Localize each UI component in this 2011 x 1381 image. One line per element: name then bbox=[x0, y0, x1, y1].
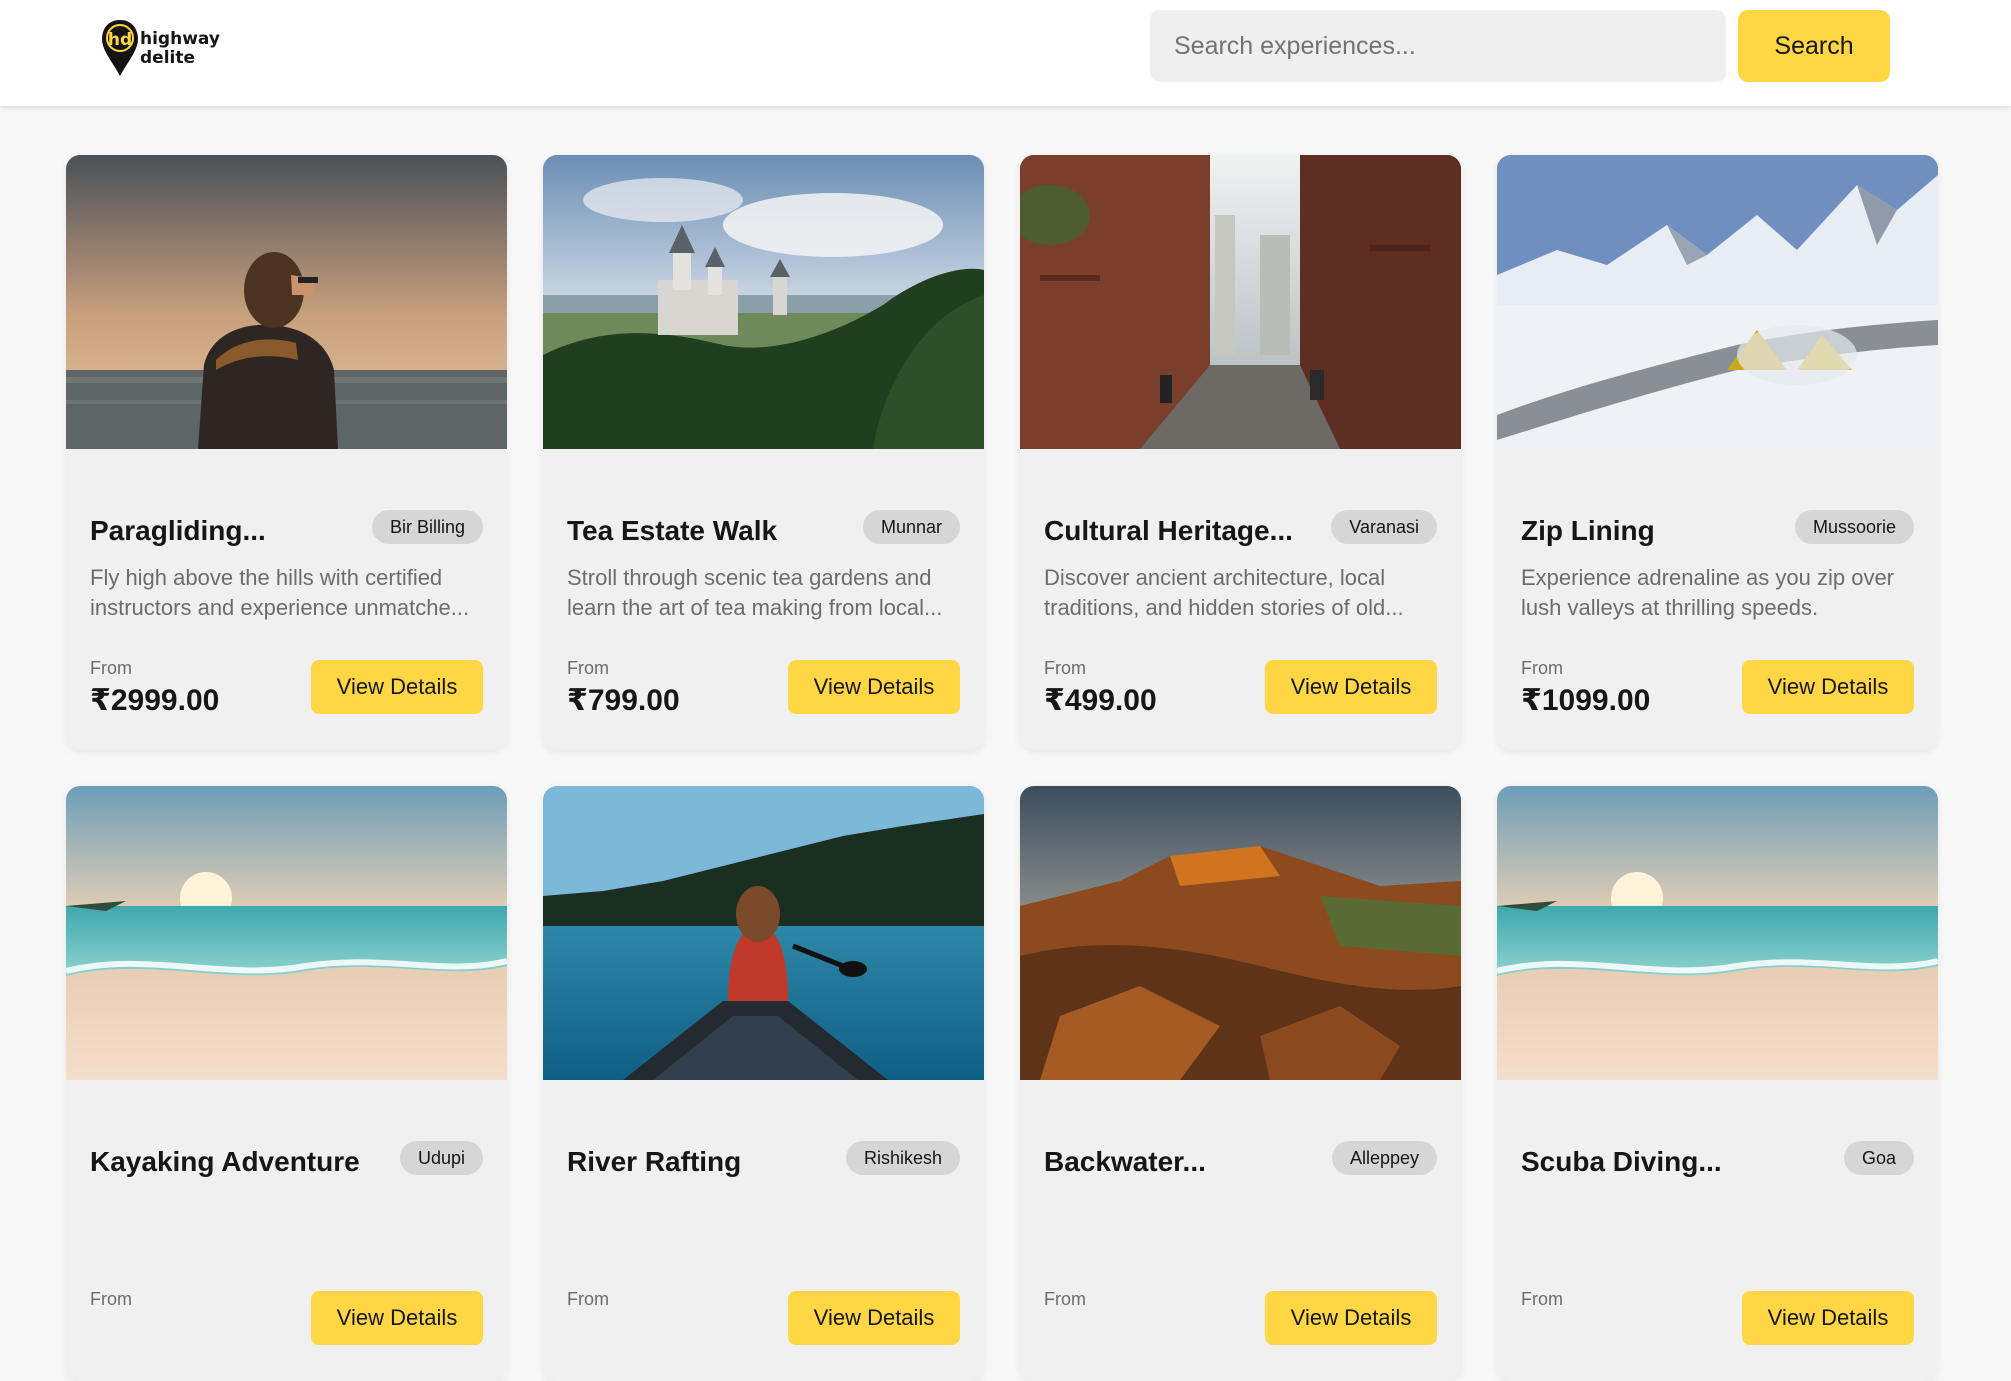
logo-text-line2: delite bbox=[140, 48, 196, 68]
experience-card[interactable]: Paragliding... Bir Billing Fly high abov… bbox=[66, 155, 507, 750]
experience-image bbox=[1020, 155, 1461, 449]
experience-grid: Paragliding... Bir Billing Fly high abov… bbox=[66, 155, 1940, 1381]
location-badge: Mussoorie bbox=[1794, 510, 1914, 544]
experience-description: Discover ancient architecture, local tra… bbox=[1044, 565, 1404, 620]
experience-title: Paragliding... bbox=[90, 515, 266, 546]
experience-price: ₹799.00 bbox=[567, 684, 680, 717]
price-from-label: From bbox=[1044, 658, 1086, 678]
logo-text-line1: highway bbox=[140, 29, 220, 49]
view-details-button[interactable]: View Details bbox=[1265, 1291, 1437, 1345]
experience-description: Experience adrenaline as you zip over lu… bbox=[1521, 565, 1895, 620]
experience-image bbox=[66, 155, 507, 449]
experience-image bbox=[1497, 155, 1938, 449]
search-button[interactable]: Search bbox=[1738, 10, 1890, 82]
experience-price: ₹499.00 bbox=[1044, 684, 1157, 717]
experience-image bbox=[543, 155, 984, 449]
experience-image bbox=[1020, 786, 1461, 1080]
location-badge: Rishikesh bbox=[845, 1141, 960, 1175]
view-details-button[interactable]: View Details bbox=[1742, 660, 1914, 714]
experience-card[interactable]: Zip Lining Mussoorie Experience adrenali… bbox=[1497, 155, 1938, 750]
price-from-label: From bbox=[1521, 1289, 1563, 1309]
price-from-label: From bbox=[1521, 658, 1563, 678]
location-badge: Varanasi bbox=[1331, 510, 1437, 544]
view-details-button[interactable]: View Details bbox=[311, 660, 483, 714]
experience-card[interactable]: Cultural Heritage... Varanasi Discover a… bbox=[1020, 155, 1461, 750]
experience-title: Kayaking Adventure bbox=[90, 1146, 360, 1177]
experience-title: Scuba Diving... bbox=[1521, 1146, 1722, 1177]
experience-image bbox=[66, 786, 507, 1080]
view-details-button[interactable]: View Details bbox=[788, 1291, 960, 1345]
experience-price: ₹1099.00 bbox=[1521, 684, 1651, 717]
logo-wordmark: highway delite bbox=[140, 30, 220, 68]
price-from-label: From bbox=[567, 658, 609, 678]
experience-description: Stroll through scenic tea gardens and le… bbox=[567, 565, 943, 620]
experience-price: ₹2999.00 bbox=[90, 684, 220, 717]
experience-title: River Rafting bbox=[567, 1146, 742, 1177]
experience-title: Backwater... bbox=[1044, 1146, 1206, 1177]
experience-description: Fly high above the hills with certified … bbox=[90, 565, 470, 620]
price-from-label: From bbox=[90, 1289, 132, 1309]
experience-title: Tea Estate Walk bbox=[567, 515, 778, 546]
view-details-button[interactable]: View Details bbox=[788, 660, 960, 714]
experience-card[interactable]: Scuba Diving... Goa From View Details bbox=[1497, 786, 1938, 1381]
location-pin-logo-icon: hd bbox=[102, 20, 138, 76]
experience-image bbox=[1497, 786, 1938, 1080]
experience-card[interactable]: River Rafting Rishikesh From View Detail… bbox=[543, 786, 984, 1381]
price-from-label: From bbox=[90, 658, 132, 678]
experience-title: Zip Lining bbox=[1521, 515, 1655, 546]
location-badge: Udupi bbox=[399, 1141, 483, 1175]
logo-mark-text: hd bbox=[108, 30, 132, 50]
price-from-label: From bbox=[1044, 1289, 1086, 1309]
view-details-button[interactable]: View Details bbox=[1742, 1291, 1914, 1345]
price-from-label: From bbox=[567, 1289, 609, 1309]
view-details-button[interactable]: View Details bbox=[1265, 660, 1437, 714]
location-badge: Bir Billing bbox=[371, 510, 483, 544]
brand-logo[interactable]: hd highway delite bbox=[100, 18, 240, 80]
location-badge: Goa bbox=[1843, 1141, 1914, 1175]
view-details-button[interactable]: View Details bbox=[311, 1291, 483, 1345]
top-header: hd highway delite Search bbox=[0, 0, 2011, 106]
location-badge: Alleppey bbox=[1331, 1141, 1437, 1175]
location-badge: Munnar bbox=[862, 510, 960, 544]
experience-card[interactable]: Backwater... Alleppey From View Details bbox=[1020, 786, 1461, 1381]
experience-title: Cultural Heritage... bbox=[1044, 515, 1293, 546]
search-input[interactable] bbox=[1150, 10, 1726, 82]
experience-image bbox=[543, 786, 984, 1080]
experience-card[interactable]: Kayaking Adventure Udupi From View Detai… bbox=[66, 786, 507, 1381]
experience-card[interactable]: Tea Estate Walk Munnar Stroll through sc… bbox=[543, 155, 984, 750]
